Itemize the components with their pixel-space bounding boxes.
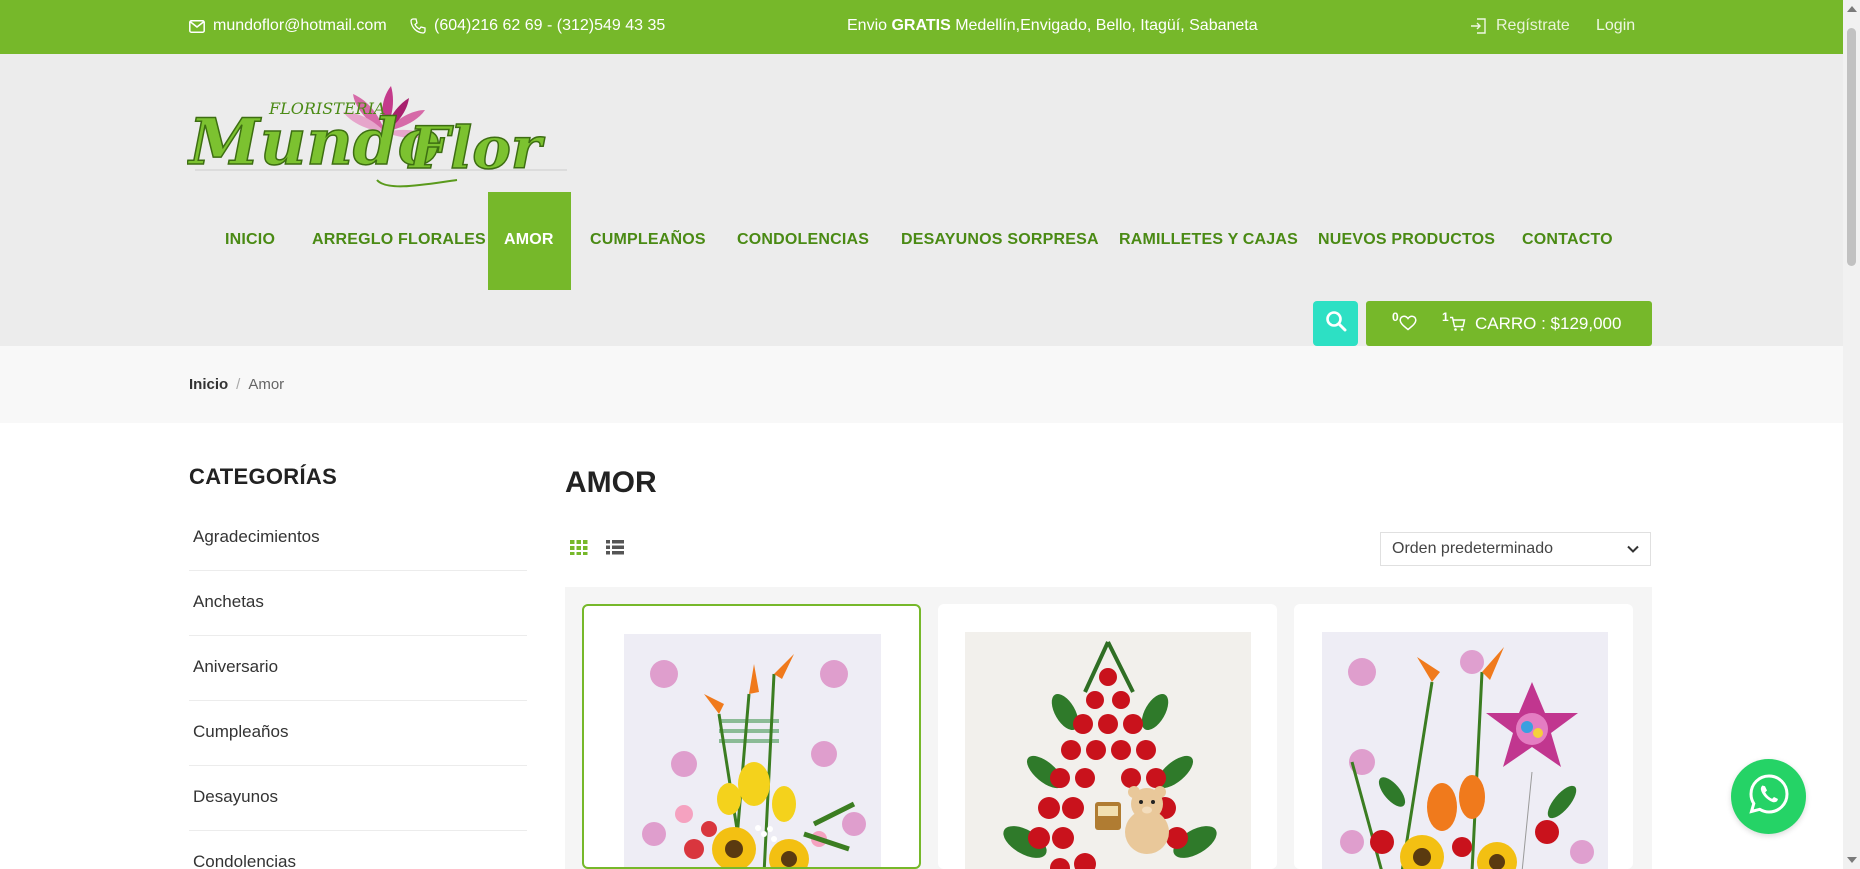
nav-arreglo-florales[interactable]: ARREGLO FLORALES [312,192,486,290]
phone-text: (604)216 62 69 - (312)549 43 35 [434,17,666,34]
product-image[interactable] [965,632,1251,869]
mail-icon [189,19,205,33]
scroll-down-arrow[interactable] [1847,857,1857,863]
nav-nuevos-productos[interactable]: NUEVOS PRODUCTOS [1318,192,1495,290]
nav-contacto[interactable]: CONTACTO [1522,192,1613,290]
search-button[interactable] [1313,301,1358,346]
product-image[interactable] [624,634,881,867]
phone-icon [410,18,426,34]
cart-total-label: CARRO : $129,000 [1475,314,1622,333]
svg-text:Mundo: Mundo [187,105,440,180]
category-aniversario[interactable]: Aniversario [189,636,527,701]
whatsapp-icon [1747,772,1791,821]
nav-cumpleanos[interactable]: CUMPLEAÑOS [590,192,706,290]
free-shipping-notice: Envio GRATIS Medellín,Envigado, Bello, I… [847,17,1258,35]
category-desayunos[interactable]: Desayunos [189,766,527,831]
category-agradecimientos[interactable]: Agradecimientos [189,506,527,571]
list-view-icon[interactable] [606,539,624,560]
nav-inicio[interactable]: INICIO [225,192,275,290]
categories-title: CATEGORÍAS [189,464,338,489]
cart-icon [1449,316,1466,337]
product-image[interactable] [1322,632,1608,869]
sort-select-value: Orden predeterminado [1392,540,1553,557]
nav-desayunos-sorpresa[interactable]: DESAYUNOS SORPRESA [901,192,1099,290]
breadcrumb-home[interactable]: Inicio [189,376,228,393]
product-card[interactable] [582,604,921,869]
page-scrollbar[interactable] [1843,0,1860,869]
category-cumpleanos[interactable]: Cumpleaños [189,701,527,766]
cart-button[interactable]: 0 1 CARRO : $129,000 [1366,301,1652,346]
nav-condolencias[interactable]: CONDOLENCIAS [737,192,869,290]
breadcrumb: Inicio / Amor [189,376,284,393]
category-list: Agradecimientos Anchetas Aniversario Cum… [189,506,527,869]
wishlist-link[interactable]: 0 [1392,310,1417,336]
contact-email[interactable]: mundoflor@hotmail.com [189,17,387,35]
shipping-prefix: Envio [847,17,888,34]
scrollbar-thumb[interactable] [1847,28,1856,266]
nav-amor[interactable]: AMOR [488,192,571,290]
main-nav: INICIO ARREGLO FLORALES AMOR CUMPLEAÑOS … [0,192,1843,292]
shipping-cities: Medellín,Envigado, Bello, Itagüí, Sabane… [955,17,1258,34]
register-label: Regístrate [1496,17,1570,34]
search-icon [1325,310,1347,337]
cart-count-group: 1 [1442,310,1466,337]
category-anchetas[interactable]: Anchetas [189,571,527,636]
top-bar: mundoflor@hotmail.com (604)216 62 69 - (… [0,0,1843,54]
login-icon [1470,17,1488,35]
product-card[interactable] [938,604,1277,869]
sort-select[interactable]: Orden predeterminado [1380,532,1651,566]
chevron-down-icon [1626,542,1640,561]
shipping-bold: GRATIS [891,17,951,34]
login-link[interactable]: Login [1596,17,1635,35]
whatsapp-button[interactable] [1731,759,1806,834]
register-link[interactable]: Regístrate [1470,17,1570,35]
heart-icon [1399,315,1417,336]
email-text: mundoflor@hotmail.com [213,17,387,34]
site-logo[interactable]: FLORISTERIA Mundo Flor [186,84,577,194]
nav-ramilletes-y-cajas[interactable]: RAMILLETES Y CAJAS [1119,192,1298,290]
breadcrumb-separator: / [236,376,241,393]
contact-phone[interactable]: (604)216 62 69 - (312)549 43 35 [410,17,665,35]
product-card[interactable] [1294,604,1633,869]
breadcrumb-bar: Inicio / Amor [0,346,1843,423]
svg-text:Flor: Flor [407,114,546,182]
breadcrumb-current: Amor [248,376,285,393]
scroll-up-arrow[interactable] [1847,6,1857,12]
cart-count: 1 [1442,310,1449,324]
grid-view-icon[interactable] [570,539,588,560]
page-title: AMOR [565,466,657,499]
category-condolencias[interactable]: Condolencias [189,831,527,869]
wishlist-count: 0 [1392,310,1399,324]
